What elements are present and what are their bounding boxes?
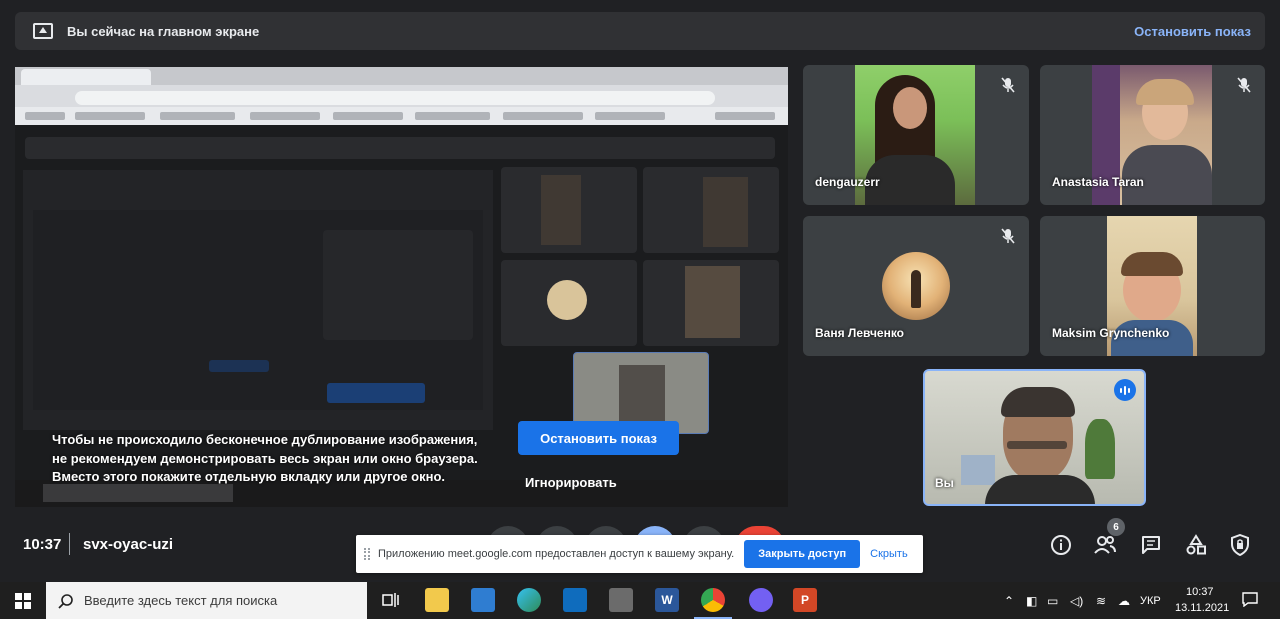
clock-date[interactable]: 13.11.2021 (1175, 602, 1229, 614)
word-icon[interactable]: W (655, 588, 679, 612)
clock-time[interactable]: 10:37 (1186, 586, 1214, 598)
drag-handle-icon[interactable] (364, 548, 370, 560)
file-explorer-icon[interactable] (425, 588, 449, 612)
mail-icon[interactable] (563, 588, 587, 612)
powerpoint-icon[interactable]: P (793, 588, 817, 612)
meet-window: Вы сейчас на главном экране Остановить п… (0, 0, 1280, 619)
meeting-code: svx-oyac-uzi (83, 536, 174, 553)
share-warning-message: Чтобы не происходило бесконечное дублиро… (52, 431, 478, 487)
speaking-indicator-icon (1114, 379, 1136, 401)
stop-presenting-link[interactable]: Остановить показ (1134, 24, 1251, 39)
windows-start-icon[interactable] (0, 582, 46, 619)
input-language[interactable]: УКР (1140, 595, 1161, 607)
stop-sharing-button[interactable]: Остановить показ (518, 421, 679, 455)
viber-icon[interactable] (749, 588, 773, 612)
store-icon[interactable] (471, 588, 495, 612)
notifications-icon[interactable] (1242, 591, 1258, 610)
chevron-up-icon[interactable]: ⌃ (1004, 594, 1014, 608)
participant-tile[interactable]: Ваня Левченко (803, 216, 1029, 356)
task-view-icon[interactable] (379, 588, 403, 612)
divider (69, 533, 70, 555)
presenting-status-text: Вы сейчас на главном экране (67, 23, 260, 39)
shared-screen: Чтобы не происходило бесконечное дублиро… (15, 67, 788, 507)
share-warning-line: Чтобы не происходило бесконечное дублиро… (52, 432, 478, 447)
self-name: Вы (935, 476, 954, 490)
edge-browser-icon[interactable] (517, 588, 541, 612)
mic-off-icon (1237, 77, 1251, 93)
search-placeholder: Введите здесь текст для поиска (84, 593, 278, 608)
share-warning-line: Вместо этого покажите отдельную вкладку … (52, 469, 445, 484)
cloud-icon[interactable]: ☁ (1118, 594, 1130, 608)
calculator-icon[interactable] (609, 588, 633, 612)
participant-name: Ваня Левченко (815, 326, 905, 340)
mic-off-icon (1001, 77, 1015, 93)
wifi-icon[interactable]: ≋ (1096, 594, 1106, 608)
taskbar-search[interactable]: Введите здесь текст для поиска (46, 582, 367, 619)
windows-taskbar: Введите здесь текст для поиска W P ⌃ ◧ ▭… (0, 582, 1280, 619)
presenting-bar: Вы сейчас на главном экране Остановить п… (15, 12, 1265, 50)
participant-tile[interactable]: Anastasia Taran (1040, 65, 1265, 205)
participant-avatar (882, 252, 950, 320)
participant-tile[interactable]: Maksim Grynchenko (1040, 216, 1265, 356)
share-warning-line: не рекомендуем демонстрировать весь экра… (52, 450, 478, 466)
activities-icon[interactable] (1183, 532, 1209, 558)
participant-tile[interactable]: dengauzerr (803, 65, 1029, 205)
participant-name: Maksim Grynchenko (1052, 326, 1170, 340)
people-count-badge: 6 (1107, 518, 1125, 536)
chat-icon[interactable] (1138, 532, 1164, 558)
meeting-info-icon[interactable] (1048, 532, 1074, 558)
mirrored-browser-chrome (15, 67, 788, 125)
ignore-button[interactable]: Игнорировать (525, 475, 617, 490)
meeting-time: 10:37 (23, 536, 62, 553)
chrome-icon[interactable] (701, 588, 725, 612)
host-controls-shield-icon[interactable] (1227, 532, 1253, 558)
stop-access-button[interactable]: Закрыть доступ (744, 540, 861, 568)
participant-name: dengauzerr (815, 175, 880, 189)
participant-name: Anastasia Taran (1052, 175, 1144, 189)
search-icon (58, 593, 73, 609)
screen-share-notice: Приложению meet.google.com предоставлен … (356, 535, 923, 573)
network-icon[interactable]: ◧ (1026, 594, 1037, 608)
volume-icon[interactable]: ◁) (1070, 594, 1083, 608)
self-video-tile[interactable]: Вы (923, 369, 1146, 506)
notice-text: Приложению meet.google.com предоставлен … (378, 548, 735, 560)
hide-notice-link[interactable]: Скрыть (870, 548, 908, 560)
mic-off-icon (1001, 228, 1015, 244)
battery-icon[interactable]: ▭ (1047, 594, 1058, 608)
present-screen-icon (33, 23, 53, 39)
mirrored-presenting-bar (25, 137, 775, 159)
